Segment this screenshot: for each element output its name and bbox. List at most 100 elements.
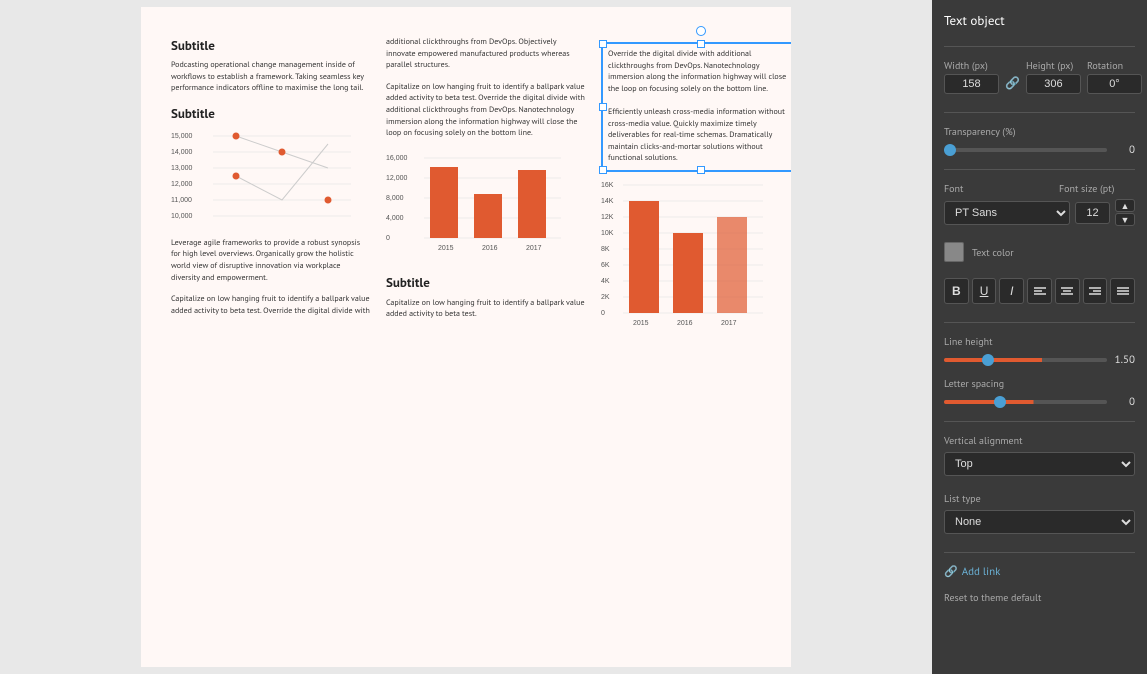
add-link-label: Add link [962, 565, 1001, 579]
rotation-input[interactable] [1087, 74, 1142, 94]
body-text-2: Leverage agile frameworks to provide a r… [171, 238, 371, 284]
underline-button[interactable]: U [972, 278, 997, 304]
height-input[interactable] [1026, 74, 1081, 94]
reset-link[interactable]: Reset to theme default [944, 591, 1135, 604]
bar [518, 170, 546, 238]
font-size-input[interactable] [1075, 202, 1110, 224]
align-center-icon [1061, 286, 1073, 296]
divider-6 [944, 552, 1135, 553]
resize-handle-bm[interactable] [697, 166, 705, 174]
font-section: Font Font size (pt) PT Sans Arial Helvet… [944, 182, 1135, 232]
body-text-3: Capitalize on low hanging fruit to ident… [171, 294, 371, 317]
col2-subtitle: Subtitle [386, 274, 586, 292]
svg-text:10,000: 10,000 [171, 213, 193, 220]
page-canvas: Subtitle Podcasting operational change m… [141, 7, 791, 667]
bar [474, 194, 502, 238]
resize-handle-ml[interactable] [599, 103, 607, 111]
width-group: Width (px) [944, 59, 999, 94]
svg-text:12,000: 12,000 [171, 181, 193, 188]
format-row: B U I [944, 278, 1135, 304]
list-type-label: List type [944, 492, 981, 505]
right-panel: Text object Width (px) 🔗 Height (px) Rot… [932, 0, 1147, 674]
align-left-button[interactable] [1027, 278, 1052, 304]
align-left-icon [1034, 286, 1046, 296]
selected-text-box[interactable]: Override the digital divide with additio… [601, 42, 791, 172]
bar [673, 233, 703, 313]
font-row: PT Sans Arial Helvetica ▲ ▼ [944, 199, 1135, 226]
font-select[interactable]: PT Sans Arial Helvetica [944, 201, 1070, 225]
bar-chart-2: 16K 14K 12K 10K 8K 6K 4K 2K 0 [601, 177, 791, 332]
svg-text:13,000: 13,000 [171, 165, 193, 172]
divider-1 [944, 46, 1135, 47]
data-point [233, 133, 240, 140]
align-right-button[interactable] [1083, 278, 1108, 304]
letter-spacing-section: Letter spacing 0 [944, 377, 1135, 409]
line-height-section: Line height 1.50 [944, 335, 1135, 367]
vertical-alignment-select[interactable]: Top Middle Bottom [944, 452, 1135, 476]
add-link[interactable]: 🔗 Add link [944, 565, 1135, 579]
list-type-section: List type None Bullet Numbered [944, 492, 1135, 540]
svg-text:8,000: 8,000 [386, 195, 404, 202]
width-input[interactable] [944, 74, 999, 94]
svg-text:14,000: 14,000 [171, 149, 193, 156]
vertical-alignment-section: Vertical alignment Top Middle Bottom [944, 434, 1135, 482]
font-size-up-button[interactable]: ▲ [1115, 199, 1135, 212]
italic-button[interactable]: I [999, 278, 1024, 304]
transparency-label: Transparency (%) [944, 125, 1016, 138]
col2-text-1: additional clickthroughs from DevOps. Ob… [386, 37, 586, 72]
text-color-swatch[interactable] [944, 242, 964, 262]
bar [430, 167, 458, 238]
data-point [279, 149, 286, 156]
data-point [233, 173, 240, 180]
font-label: Font [944, 182, 999, 195]
vertical-alignment-label: Vertical alignment [944, 434, 1022, 447]
bar-chart-1-svg: 16,000 12,000 8,000 4,000 0 [386, 150, 566, 260]
line-chart: 15,000 14,000 13,000 12,000 11,000 10,00… [171, 128, 371, 228]
line-chart-svg: 15,000 14,000 13,000 12,000 11,000 10,00… [171, 128, 351, 223]
panel-title: Text object [944, 12, 1135, 29]
svg-text:2K: 2K [601, 294, 610, 301]
transparency-slider[interactable] [944, 148, 1107, 152]
resize-handle-tm[interactable] [697, 40, 705, 48]
list-type-select[interactable]: None Bullet Numbered [944, 510, 1135, 534]
transparency-section: Transparency (%) 0 [944, 125, 1135, 157]
svg-text:2015: 2015 [438, 245, 454, 252]
column-3: Override the digital divide with additio… [601, 37, 791, 342]
bar [629, 201, 659, 313]
divider-4 [944, 322, 1135, 323]
dimensions-row: Width (px) 🔗 Height (px) Rotation [944, 59, 1135, 94]
rotation-label: Rotation [1087, 59, 1142, 72]
body-text-1: Podcasting operational change management… [171, 60, 371, 95]
svg-text:6K: 6K [601, 262, 610, 269]
svg-text:0: 0 [601, 310, 605, 317]
svg-text:4K: 4K [601, 278, 610, 285]
svg-text:2015: 2015 [633, 320, 649, 327]
align-right-icon [1089, 286, 1101, 296]
line-height-slider[interactable] [944, 358, 1107, 362]
selected-text-content: Override the digital divide with additio… [608, 49, 791, 165]
svg-text:2016: 2016 [482, 245, 498, 252]
bar [717, 217, 747, 313]
line-height-slider-container: 1.50 [944, 353, 1135, 367]
link-chain-icon: 🔗 [944, 565, 958, 579]
height-label: Height (px) [1026, 59, 1081, 72]
resize-handle-tl[interactable] [599, 40, 607, 48]
svg-text:16,000: 16,000 [386, 155, 408, 162]
resize-handle-bl[interactable] [599, 166, 607, 174]
svg-text:2017: 2017 [721, 320, 737, 327]
letter-spacing-slider-container: 0 [944, 395, 1135, 409]
svg-text:14K: 14K [601, 198, 614, 205]
vertical-alignment-dropdown-row: Top Middle Bottom [944, 452, 1135, 476]
svg-text:12,000: 12,000 [386, 175, 408, 182]
align-center-button[interactable] [1055, 278, 1080, 304]
rotate-handle[interactable] [696, 26, 706, 36]
height-group: Height (px) [1026, 59, 1081, 94]
align-justify-icon [1117, 286, 1129, 296]
letter-spacing-label: Letter spacing [944, 377, 1004, 390]
col2-text-2: Capitalize on low hanging fruit to ident… [386, 82, 586, 140]
font-size-down-button[interactable]: ▼ [1115, 213, 1135, 226]
align-justify-button[interactable] [1110, 278, 1135, 304]
bold-button[interactable]: B [944, 278, 969, 304]
svg-text:2017: 2017 [526, 245, 542, 252]
letter-spacing-slider[interactable] [944, 400, 1107, 404]
